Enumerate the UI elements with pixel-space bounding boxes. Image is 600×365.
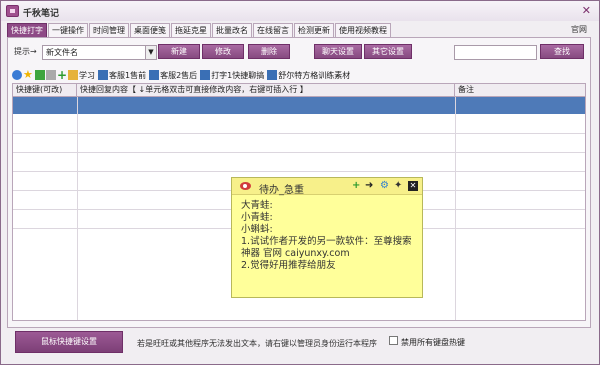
sticky-note[interactable]: 待办_急重 + ➜ ⚙ ✦ ✕ 大青蛙: 小青蛙: 小蝌蚪: 1.试试作者开发的… xyxy=(231,177,423,298)
book-icon xyxy=(149,70,160,80)
book-icon xyxy=(98,70,108,80)
note-line: 1.试试作者开发的另一款软件：至尊搜索神器 官网 caiyunxy.com xyxy=(241,236,412,259)
tab-update[interactable]: 检测更新 xyxy=(294,23,334,37)
tab-video-tutorial[interactable]: 使用视频教程 xyxy=(335,23,391,37)
disable-hotkeys-label: 禁用所有键盘热键 xyxy=(401,338,465,347)
search-input[interactable] xyxy=(454,45,537,60)
folder-icon xyxy=(68,70,78,80)
main-window: 千秋笔记 ✕ 快捷打字 一键操作 时间管理 桌面便笺 拖延克星 批量改名 在线留… xyxy=(0,0,600,365)
note-line: 2.觉得好用推荐给朋友 xyxy=(241,260,336,271)
toolbar-item-schulte[interactable]: 舒尔特方格训练素材 xyxy=(267,70,350,81)
tab-desktop-notes[interactable]: 桌面便笺 xyxy=(130,23,170,37)
window-title: 千秋笔记 xyxy=(23,9,60,19)
note-line: 小青蛙: xyxy=(241,212,273,223)
chat-settings-button[interactable]: 聊天设置 xyxy=(314,44,362,59)
column-header-remark[interactable]: 备注 xyxy=(455,84,585,97)
tab-one-key[interactable]: 一键操作 xyxy=(48,23,88,37)
file-select-value: 新文件名 xyxy=(46,48,78,57)
search-button[interactable]: 查找 xyxy=(540,44,584,59)
other-settings-button[interactable]: 其它设置 xyxy=(364,44,412,59)
close-icon[interactable]: ✕ xyxy=(408,181,418,191)
table-row[interactable] xyxy=(13,133,585,134)
globe-icon[interactable] xyxy=(12,70,22,80)
column-divider xyxy=(77,97,78,320)
tab-batch-rename[interactable]: 批量改名 xyxy=(212,23,252,37)
arrow-right-icon[interactable] xyxy=(46,70,56,80)
table-header: 快捷键(可改) 快捷回复内容【 ↓单元格双击可直接修改内容，右键可插入行 】 备… xyxy=(13,84,585,97)
gear-icon[interactable]: ⚙ xyxy=(380,181,389,191)
edit-button[interactable]: 修改 xyxy=(202,44,244,59)
toolbar: ★ + 学习 客服1售前 客服2售后 打字1快捷聊搞 舒尔特方格训练素材 xyxy=(12,68,353,82)
prompt-label: 提示→ xyxy=(14,47,37,56)
tab-time-management[interactable]: 时间管理 xyxy=(89,23,129,37)
title-bar: 千秋笔记 ✕ xyxy=(1,1,599,21)
toolbar-item-aftersale[interactable]: 客服2售后 xyxy=(149,70,197,81)
star-icon[interactable]: ★ xyxy=(23,69,34,80)
mouse-shortcut-settings-button[interactable]: 鼠标快捷键设置 xyxy=(15,331,123,353)
toolbar-item-presale[interactable]: 客服1售前 xyxy=(98,70,146,81)
table-row-selected[interactable] xyxy=(13,97,585,114)
arrow-right-icon[interactable]: ➜ xyxy=(365,181,373,191)
delete-button[interactable]: 删除 xyxy=(248,44,290,59)
column-header-content[interactable]: 快捷回复内容【 ↓单元格双击可直接修改内容，右键可插入行 】 xyxy=(77,84,455,97)
pin-icon[interactable]: ✦ xyxy=(394,181,402,191)
note-body[interactable]: 大青蛙: 小青蛙: 小蝌蚪: 1.试试作者开发的另一款软件：至尊搜索神器 官网 … xyxy=(241,200,419,272)
close-icon[interactable]: ✕ xyxy=(582,4,591,17)
note-line: 大青蛙: xyxy=(241,200,273,211)
column-divider xyxy=(455,97,456,320)
official-site-link[interactable]: 官网 xyxy=(571,24,587,35)
tab-quick-typing[interactable]: 快捷打字 xyxy=(7,23,47,37)
admin-hint-text: 若是旺旺或其他程序无法发出文本，请右键以管理员身份运行本程序 xyxy=(137,339,377,348)
note-line: 小蝌蚪: xyxy=(241,224,273,235)
table-row[interactable] xyxy=(13,171,585,172)
toolbar-item-typing[interactable]: 打字1快捷聊搞 xyxy=(200,70,264,81)
arrow-left-icon[interactable] xyxy=(35,70,45,80)
tab-bar: 快捷打字 一键操作 时间管理 桌面便笺 拖延克星 批量改名 在线留言 检测更新 … xyxy=(7,23,392,37)
tab-message[interactable]: 在线留言 xyxy=(253,23,293,37)
chevron-down-icon[interactable]: ▼ xyxy=(145,46,156,59)
toolbar-item-study[interactable]: 学习 xyxy=(68,70,95,81)
add-icon[interactable]: + xyxy=(352,181,360,191)
new-button[interactable]: 新建 xyxy=(158,44,200,59)
add-icon[interactable]: + xyxy=(57,69,67,81)
file-select[interactable]: 新文件名 ▼ xyxy=(42,45,157,60)
eye-icon[interactable] xyxy=(240,182,251,190)
book-icon xyxy=(200,70,211,80)
table-row[interactable] xyxy=(13,152,585,153)
note-header: 待办_急重 + ➜ ⚙ ✦ ✕ xyxy=(232,178,422,196)
book-icon xyxy=(267,70,278,80)
app-icon xyxy=(6,5,19,17)
note-title: 待办_急重 xyxy=(259,185,304,196)
disable-hotkeys-checkbox[interactable] xyxy=(389,336,398,345)
tab-procrastination[interactable]: 拖延克星 xyxy=(171,23,211,37)
column-header-shortcut[interactable]: 快捷键(可改) xyxy=(13,84,77,97)
